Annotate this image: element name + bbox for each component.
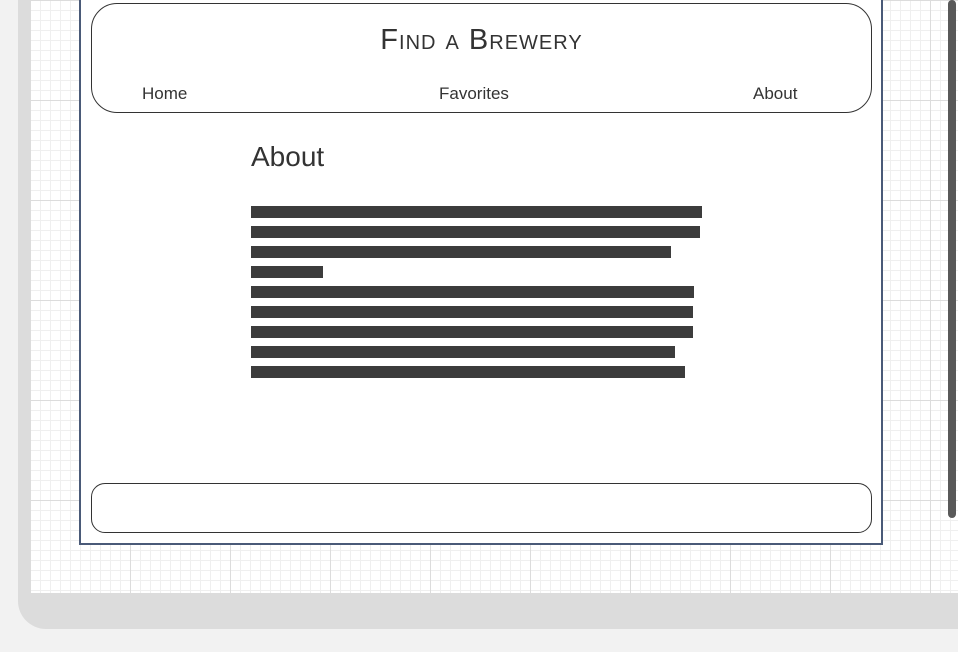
placeholder-text-line xyxy=(251,246,671,258)
scrollbar-thumb[interactable] xyxy=(948,0,956,518)
nav-favorites-link[interactable]: Favorites xyxy=(439,84,509,104)
placeholder-text-line xyxy=(251,226,700,238)
placeholder-text-line xyxy=(251,286,694,298)
placeholder-text-line xyxy=(251,366,685,378)
nav-about-link[interactable]: About xyxy=(753,84,797,104)
placeholder-text-line xyxy=(251,266,323,278)
placeholder-text-line xyxy=(251,306,693,318)
placeholder-text-line xyxy=(251,326,693,338)
placeholder-text-line xyxy=(251,206,702,218)
wireframe-editor: Find a Brewery Home Favorites About Abou… xyxy=(0,0,958,652)
vertical-scrollbar[interactable] xyxy=(946,0,958,593)
header: Find a Brewery Home Favorites About xyxy=(91,3,872,113)
site-title: Find a Brewery xyxy=(380,24,583,56)
nav-home-link[interactable]: Home xyxy=(142,84,187,104)
page-heading: About xyxy=(251,141,325,172)
footer xyxy=(91,483,872,533)
placeholder-text-line xyxy=(251,346,675,358)
page-frame: Find a Brewery Home Favorites About Abou… xyxy=(79,0,883,545)
